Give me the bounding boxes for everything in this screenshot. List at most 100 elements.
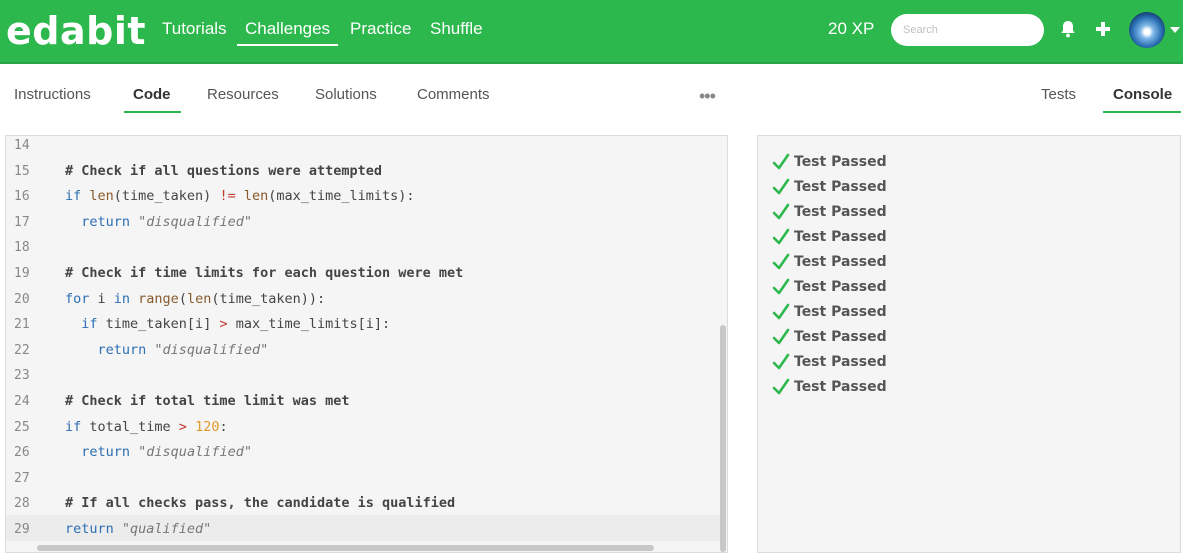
chevron-down-icon[interactable] (1170, 27, 1180, 33)
checkmark-icon (772, 179, 790, 195)
code-token: > (178, 418, 187, 435)
nav-tutorials[interactable]: Tutorials (162, 18, 227, 40)
checkmark-icon (772, 328, 790, 345)
test-result-text: Test Passed (794, 254, 887, 271)
code-line[interactable]: return "disqualified" (65, 338, 269, 364)
code-token: range (138, 290, 179, 307)
code-token: return (97, 341, 155, 358)
test-result-text: Test Passed (794, 229, 887, 246)
line-number: 18 (14, 240, 30, 256)
code-token: > (219, 316, 228, 333)
test-result-text: Test Passed (794, 353, 887, 370)
edabit-logo[interactable]: edabit (6, 8, 146, 54)
line-number: 27 (14, 470, 30, 486)
code-line[interactable]: for i in range(len(time_taken)): (65, 287, 325, 313)
tab-resources[interactable]: Resources (207, 86, 279, 104)
nav-practice[interactable]: Practice (350, 18, 411, 40)
tab-code[interactable]: Code (133, 86, 171, 104)
code-line[interactable]: # Check if total time limit was met (65, 389, 349, 415)
tab-comments[interactable]: Comments (417, 86, 490, 104)
code-line[interactable]: return "disqualified" (65, 210, 252, 236)
code-line[interactable]: if len(time_taken) != len(max_time_limit… (65, 184, 415, 210)
test-result: Test Passed (772, 275, 887, 300)
line-number: 19 (14, 266, 30, 281)
code-token: i (97, 290, 114, 307)
line-number: 24 (14, 394, 30, 409)
nav-challenges[interactable]: Challenges (237, 18, 339, 46)
code-token: time_taken[i] (105, 316, 220, 333)
test-result: Test Passed (772, 175, 887, 200)
plus-icon[interactable] (1092, 18, 1114, 40)
checkmark-icon (772, 378, 790, 394)
code-token: "qualified" (121, 521, 212, 537)
test-result-text: Test Passed (794, 154, 887, 171)
code-token: if (65, 418, 90, 435)
code-token: "disqualified" (138, 213, 252, 230)
code-token: # Check if time limits for each question… (65, 265, 464, 281)
test-result: Test Passed (772, 349, 887, 374)
code-line[interactable]: return "disqualified" (65, 440, 252, 466)
code-line[interactable]: if total_time > 120: (65, 415, 228, 441)
line-number: 29 (14, 522, 30, 537)
code-token: (max_time_limits): (268, 188, 415, 205)
code-token: "disqualified" (138, 444, 252, 461)
code-line[interactable]: # Check if all questions were attempted (65, 159, 382, 185)
code-token: return (81, 213, 139, 230)
vertical-scrollbar[interactable] (720, 325, 726, 552)
code-line[interactable]: if time_taken[i] > max_time_limits[i]: (65, 312, 390, 338)
code-token: != (219, 188, 236, 205)
test-result-text: Test Passed (794, 278, 887, 295)
code-token: len (186, 290, 212, 307)
checkmark-icon (772, 203, 790, 220)
search-input[interactable] (891, 14, 1044, 46)
code-token: max_time_limits[i]: (227, 316, 391, 333)
more-options-icon[interactable]: ••• (699, 87, 716, 105)
code-line[interactable]: return "qualified" (65, 517, 211, 543)
avatar[interactable] (1129, 12, 1165, 48)
test-result: Test Passed (772, 324, 887, 349)
test-result: Test Passed (772, 200, 887, 225)
test-result-text: Test Passed (794, 179, 887, 196)
tab-instructions[interactable]: Instructions (14, 86, 91, 104)
test-result: Test Passed (772, 374, 887, 399)
code-token: return (65, 521, 122, 537)
tab-solutions[interactable]: Solutions (315, 86, 377, 104)
code-token: total_time (89, 418, 179, 435)
line-number: 21 (14, 317, 30, 333)
code-editor[interactable]: 14 15 # Check if all questions were attemp… (5, 135, 728, 553)
bell-icon[interactable] (1057, 18, 1079, 40)
top-navbar: edabit Tutorials Challenges Practice Shu… (0, 0, 1183, 64)
xp-counter: 20 XP (828, 19, 875, 38)
line-number: 23 (14, 368, 30, 384)
horizontal-scrollbar[interactable] (37, 545, 654, 551)
active-tab-indicator (124, 111, 181, 113)
test-result: Test Passed (772, 299, 887, 324)
test-result-text: Test Passed (794, 204, 887, 221)
line-number: 14 (14, 138, 30, 153)
code-token: : (219, 418, 228, 435)
nav-shuffle[interactable]: Shuffle (430, 18, 483, 40)
code-token: return (81, 444, 139, 461)
checkmark-icon (772, 303, 790, 320)
test-result-text: Test Passed (794, 378, 887, 395)
tab-console[interactable]: Console (1113, 86, 1172, 104)
checkmark-icon (772, 154, 790, 170)
code-line[interactable]: # Check if time limits for each question… (65, 261, 463, 287)
code-token: in (113, 290, 139, 307)
console-output: Test Passed Test Passed Test Passed Test Pa… (757, 135, 1181, 553)
line-number: 25 (14, 419, 30, 435)
code-token: 120 (195, 418, 220, 435)
tab-tests[interactable]: Tests (1041, 86, 1076, 104)
code-line[interactable]: # If all checks pass, the candidate is q… (65, 491, 455, 517)
checkmark-icon (772, 278, 790, 295)
code-token: len (243, 188, 269, 205)
active-tab-indicator-console (1103, 111, 1181, 113)
line-number: 28 (14, 496, 30, 512)
checkmark-icon (772, 353, 790, 369)
line-number: 16 (14, 189, 30, 205)
